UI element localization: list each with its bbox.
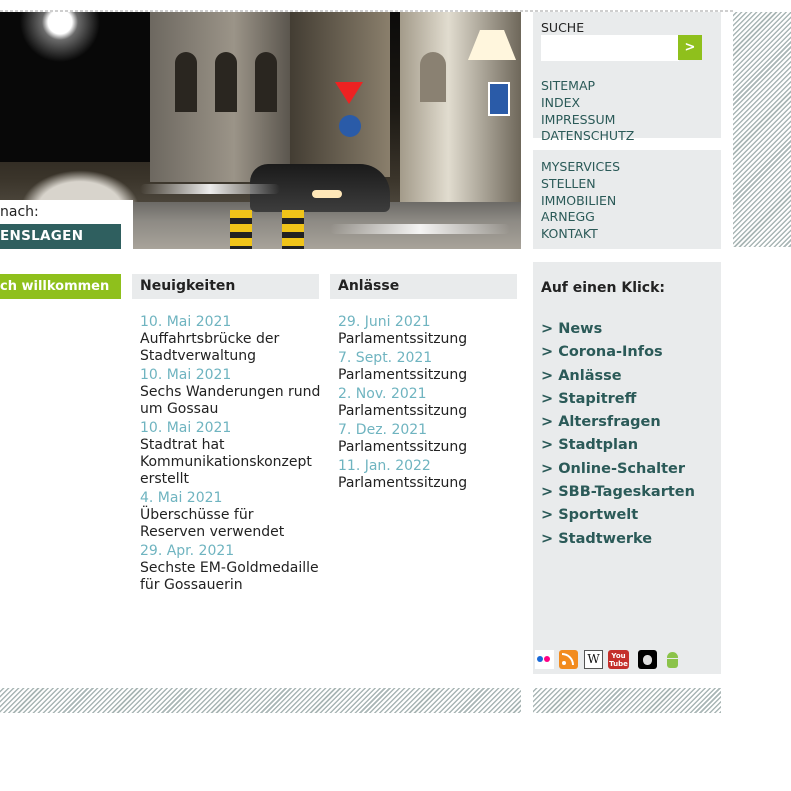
event-title: Parlamentssitzung — [338, 367, 468, 383]
index-link[interactable]: INDEX — [541, 95, 634, 112]
event-date: 11. Jan. 2022 — [338, 458, 431, 474]
quick-links-panel: Auf einen Klick: > News > Corona-Infos >… — [533, 262, 721, 674]
rss-icon[interactable] — [559, 650, 578, 669]
news-date: 10. Mai 2021 — [140, 314, 232, 330]
kontakt-link[interactable]: KONTAKT — [541, 226, 620, 243]
quick-link-stadtplan[interactable]: > Stadtplan — [541, 434, 695, 457]
hatched-footer-bar-left — [0, 688, 521, 713]
apple-icon[interactable] — [638, 650, 657, 669]
news-title: Auffahrtsbrücke der Stadtverwaltung — [140, 331, 280, 364]
news-date: 10. Mai 2021 — [140, 420, 232, 436]
event-item[interactable]: 2. Nov. 2021 Parlamentssitzung — [338, 386, 518, 420]
search-submit-button[interactable]: > — [678, 35, 702, 60]
quick-link-anlaesse[interactable]: > Anlässe — [541, 365, 695, 388]
service-links: SITEMAP INDEX IMPRESSUM DATENSCHUTZ — [541, 78, 634, 145]
quick-link-online-schalter[interactable]: > Online-Schalter — [541, 458, 695, 481]
news-item[interactable]: 10. Mai 2021 Sechs Wanderungen rund um Go… — [140, 367, 322, 418]
event-date: 29. Juni 2021 — [338, 314, 431, 330]
news-title: Sechste EM-Goldmedaille für Gossauerin — [140, 560, 319, 593]
arnegg-link[interactable]: ARNEGG — [541, 209, 620, 226]
quick-links-title: Auf einen Klick: — [541, 280, 666, 296]
quick-link-sportwelt[interactable]: > Sportwelt — [541, 504, 695, 527]
news-item[interactable]: 29. Apr. 2021 Sechste EM-Goldmedaille für… — [140, 543, 322, 594]
wikipedia-icon[interactable]: W — [584, 650, 603, 669]
news-list: 10. Mai 2021 Auffahrtsbrücke der Stadtver… — [140, 314, 322, 596]
welcome-banner[interactable]: ch willkommen — [0, 274, 121, 299]
impressum-link[interactable]: IMPRESSUM — [541, 112, 634, 129]
sitemap-link[interactable]: SITEMAP — [541, 78, 634, 95]
event-date: 2. Nov. 2021 — [338, 386, 427, 402]
event-item[interactable]: 11. Jan. 2022 Parlamentssitzung — [338, 458, 518, 492]
event-item[interactable]: 7. Dez. 2021 Parlamentssitzung — [338, 422, 518, 456]
quick-link-corona-infos[interactable]: > Corona-Infos — [541, 341, 695, 364]
event-title: Parlamentssitzung — [338, 475, 468, 491]
hatched-footer-bar-right — [533, 688, 721, 713]
news-date: 4. Mai 2021 — [140, 490, 223, 506]
events-list: 29. Juni 2021 Parlamentssitzung 7. Sept. … — [338, 314, 518, 494]
search-by-lebenslagen-button[interactable]: ENSLAGEN — [0, 224, 121, 249]
news-item[interactable]: 10. Mai 2021 Auffahrtsbrücke der Stadtver… — [140, 314, 322, 365]
service-links-2: MYSERVICES STELLEN IMMOBILIEN ARNEGG KON… — [541, 159, 620, 243]
search-title: SUCHE — [541, 20, 585, 35]
youtube-icon[interactable]: You Tube — [608, 650, 629, 669]
event-title: Parlamentssitzung — [338, 439, 468, 455]
quick-link-altersfragen[interactable]: > Altersfragen — [541, 411, 695, 434]
news-title: Stadtrat hat Kommunikationskonzept erste… — [140, 437, 312, 487]
android-icon[interactable] — [663, 650, 682, 669]
service-panel-2: MYSERVICES STELLEN IMMOBILIEN ARNEGG KON… — [533, 150, 721, 249]
stellen-link[interactable]: STELLEN — [541, 176, 620, 193]
quick-link-stadtwerke[interactable]: > Stadtwerke — [541, 528, 695, 551]
event-item[interactable]: 29. Juni 2021 Parlamentssitzung — [338, 314, 518, 348]
quick-link-sbb-tageskarten[interactable]: > SBB-Tageskarten — [541, 481, 695, 504]
events-heading: Anlässe — [330, 274, 517, 299]
news-title: Überschüsse für Reserven verwendet — [140, 507, 285, 540]
event-date: 7. Dez. 2021 — [338, 422, 428, 438]
search-input[interactable] — [541, 35, 679, 61]
datenschutz-link[interactable]: DATENSCHUTZ — [541, 128, 634, 145]
flickr-icon[interactable] — [535, 650, 554, 669]
news-item[interactable]: 10. Mai 2021 Stadtrat hat Kommunikationsk… — [140, 420, 322, 488]
news-date: 10. Mai 2021 — [140, 367, 232, 383]
service-panel: SUCHE > SITEMAP INDEX IMPRESSUM DATENSCH… — [533, 12, 721, 143]
event-item[interactable]: 7. Sept. 2021 Parlamentssitzung — [338, 350, 518, 384]
news-date: 29. Apr. 2021 — [140, 543, 235, 559]
myservices-link[interactable]: MYSERVICES — [541, 159, 620, 176]
news-title: Sechs Wanderungen rund um Gossau — [140, 384, 321, 417]
immobilien-link[interactable]: IMMOBILIEN — [541, 193, 620, 210]
news-item[interactable]: 4. Mai 2021 Überschüsse für Reserven verw… — [140, 490, 322, 541]
event-date: 7. Sept. 2021 — [338, 350, 433, 366]
event-title: Parlamentssitzung — [338, 403, 468, 419]
news-heading: Neuigkeiten — [132, 274, 319, 299]
quick-links-list: > News > Corona-Infos > Anlässe > Stapit… — [541, 318, 695, 551]
search-by-panel: nach: ENSLAGEN — [0, 200, 133, 249]
hatched-decoration-right — [733, 12, 791, 247]
event-title: Parlamentssitzung — [338, 331, 468, 347]
search-by-label: nach: — [0, 204, 39, 220]
quick-link-news[interactable]: > News — [541, 318, 695, 341]
quick-link-stapitreff[interactable]: > Stapitreff — [541, 388, 695, 411]
